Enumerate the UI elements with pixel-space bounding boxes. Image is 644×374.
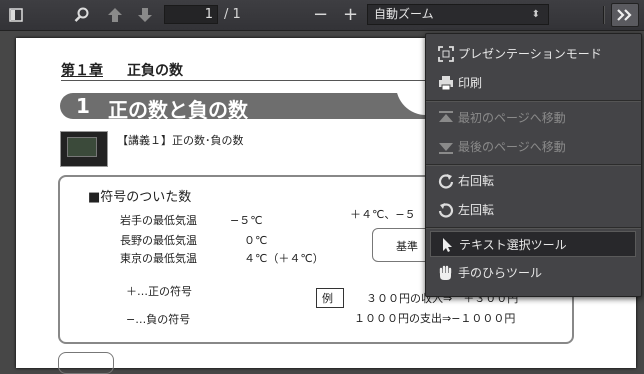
menu-item-label: 最初のページへ移動: [458, 111, 566, 125]
menu-item-label: 右回転: [458, 174, 495, 188]
menu-item-rotate-counterclockwise[interactable]: 左回転: [430, 197, 636, 223]
section-number: 1: [76, 94, 90, 118]
zoom-select-value: 自動ズーム: [374, 7, 434, 21]
double-chevron-right-icon: [617, 9, 632, 21]
page-total-label: / 1: [224, 7, 241, 22]
find-button[interactable]: [70, 3, 94, 27]
chapter-label: 第１章: [61, 63, 103, 79]
tools-menu-button[interactable]: [611, 3, 639, 27]
basis-label: 基準: [396, 240, 418, 253]
menu-item-hand-tool[interactable]: 手のひらツール: [430, 260, 636, 286]
menu-item-print[interactable]: 印刷: [430, 70, 636, 96]
menu-separator: [426, 100, 641, 102]
menu-item-label: 左回転: [458, 203, 495, 217]
lecture-thumbnail: [60, 131, 108, 167]
temp-place: 岩手の最低気温: [120, 214, 197, 227]
hand-icon: [439, 265, 452, 280]
toolbar: 1 / 1 − + 自動ズーム ⬍: [0, 0, 644, 31]
select-arrows-icon: ⬍: [531, 9, 540, 20]
sidebar-icon: [9, 8, 23, 22]
toolbar-separator: [603, 6, 605, 24]
sidebar-toggle-button[interactable]: [4, 3, 28, 27]
menu-item-label: 最後のページへ移動: [458, 140, 566, 154]
section-title: 正の数と負の数: [108, 98, 248, 122]
menu-item-label: テキスト選択ツール: [459, 238, 567, 252]
zoom-out-button[interactable]: −: [313, 0, 328, 30]
minus-sign-text: −…負の符号: [126, 313, 191, 326]
plus-sign-text: ＋…正の符号: [126, 285, 192, 298]
example-label: 例: [322, 292, 333, 305]
menu-item-rotate-clockwise[interactable]: 右回転: [430, 168, 636, 194]
menu-item-first-page[interactable]: 最初のページへ移動: [430, 105, 636, 131]
temp-place: 東京の最低気温: [120, 252, 197, 265]
page-number-input[interactable]: 1: [164, 5, 218, 24]
last-page-icon: [439, 143, 453, 154]
menu-separator: [426, 227, 641, 229]
search-icon: [74, 7, 89, 22]
arrow-up-icon: [108, 8, 122, 22]
expense-text: １０００円の支出⇒−１０００円: [354, 312, 516, 325]
first-page-icon: [439, 111, 453, 122]
temp-value: ０℃: [244, 234, 268, 247]
zoom-select[interactable]: 自動ズーム ⬍: [367, 4, 549, 25]
fullscreen-icon: [438, 46, 454, 62]
menu-item-presentation-mode[interactable]: プレゼンテーションモード: [430, 41, 636, 67]
temp-place: 長野の最低気温: [120, 234, 197, 247]
temp-value: −５℃: [230, 214, 263, 227]
menu-item-last-page[interactable]: 最後のページへ移動: [430, 134, 636, 160]
cursor-icon: [443, 238, 452, 252]
temp-value: ４℃（＋４℃）: [244, 252, 324, 265]
rotate-ccw-icon: [438, 203, 454, 218]
next-page-button[interactable]: [133, 3, 157, 27]
lecture-label[interactable]: 【講義１】正の数･負の数: [117, 132, 244, 148]
previous-page-button[interactable]: [103, 3, 127, 27]
chapter-title: 正負の数: [127, 63, 183, 79]
menu-item-label: 印刷: [458, 76, 483, 90]
next-box-edge: [58, 352, 114, 374]
arrow-down-icon: [138, 8, 152, 22]
menu-item-text-select-tool[interactable]: テキスト選択ツール: [430, 231, 636, 257]
menu-item-label: プレゼンテーションモード: [458, 47, 602, 61]
menu-item-label: 手のひらツール: [458, 266, 543, 280]
secondary-toolbar-menu: プレゼンテーションモード 印刷 最初のページへ移動 最後のページへ移動 右回転 …: [425, 33, 642, 297]
zoom-in-button[interactable]: +: [343, 0, 358, 30]
print-icon: [439, 76, 453, 91]
rotate-cw-icon: [438, 174, 454, 189]
menu-separator: [426, 164, 641, 166]
plus-four-text: ＋４℃、−５: [350, 208, 416, 221]
box-heading: ■符号のついた数: [88, 190, 192, 205]
